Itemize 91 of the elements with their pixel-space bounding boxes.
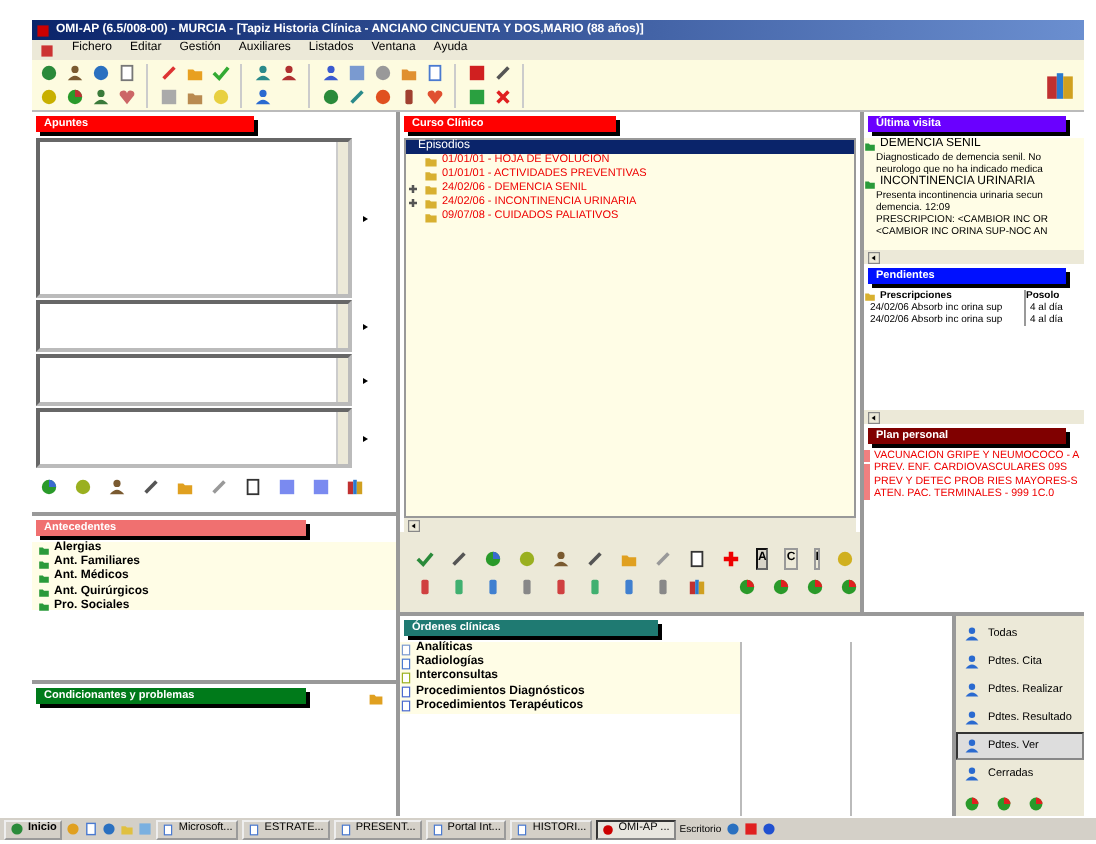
ball-icon[interactable] [322, 87, 340, 105]
person-icon[interactable] [254, 63, 272, 81]
heart-icon[interactable] [118, 87, 136, 105]
page-icon [162, 823, 175, 835]
books-icon[interactable] [688, 578, 706, 596]
scrollbar[interactable] [336, 358, 348, 402]
scroll-icon[interactable] [408, 519, 420, 531]
scrollbar[interactable] [336, 304, 348, 348]
page-icon [516, 823, 529, 835]
pencil-icon[interactable] [586, 550, 604, 568]
scrollbar[interactable] [864, 250, 1084, 264]
scroll-icon[interactable] [868, 251, 880, 263]
ball-icon[interactable] [518, 550, 536, 568]
ball-icon[interactable] [92, 63, 110, 81]
books-icon[interactable] [1044, 69, 1076, 101]
pencil-icon[interactable] [348, 87, 366, 105]
pie-icon[interactable] [40, 477, 58, 495]
ball-icon [602, 823, 615, 835]
books-icon[interactable] [346, 477, 364, 495]
pie-icon[interactable] [738, 578, 756, 596]
tile-icon[interactable] [468, 87, 486, 105]
arrow-icon[interactable] [360, 433, 370, 443]
tile-icon[interactable] [312, 477, 330, 495]
folder-icon[interactable] [864, 177, 876, 190]
text-area[interactable] [36, 300, 352, 352]
person-icon[interactable] [280, 63, 298, 81]
tile-icon[interactable] [138, 822, 153, 836]
scrollbar[interactable] [336, 412, 348, 464]
plus-icon[interactable] [722, 550, 740, 568]
ball-icon [10, 822, 24, 836]
ball-icon[interactable] [74, 477, 92, 495]
folder-icon[interactable] [176, 477, 194, 495]
page-icon[interactable] [688, 550, 706, 568]
folder-icon[interactable] [864, 139, 876, 152]
pencil-icon[interactable] [450, 550, 468, 568]
arrow-icon[interactable] [360, 213, 370, 223]
tile-icon [36, 23, 50, 37]
text-area[interactable] [36, 408, 352, 468]
person-icon[interactable] [66, 63, 84, 81]
tile-icon[interactable] [40, 43, 54, 57]
pie-icon[interactable] [772, 578, 790, 596]
pencil-icon[interactable] [494, 63, 512, 81]
close-icon[interactable] [494, 87, 512, 105]
person-icon[interactable] [552, 550, 570, 568]
arrow-icon[interactable] [360, 321, 370, 331]
scrollbar[interactable] [864, 410, 1084, 424]
ball-icon[interactable] [761, 822, 776, 836]
pie-icon[interactable] [964, 796, 980, 812]
pencil-icon[interactable] [142, 477, 160, 495]
pie-icon[interactable] [1028, 796, 1044, 812]
pie-icon[interactable] [840, 578, 858, 596]
ball-icon[interactable] [102, 822, 117, 836]
heart-icon[interactable] [426, 87, 444, 105]
person-icon [964, 682, 980, 698]
pie-icon[interactable] [484, 550, 502, 568]
page-icon [248, 823, 261, 835]
page-icon [431, 823, 444, 835]
page-icon[interactable] [244, 477, 262, 495]
person-icon[interactable] [108, 477, 126, 495]
scrollbar[interactable] [336, 142, 348, 294]
pie-icon[interactable] [996, 796, 1012, 812]
arrow-icon[interactable] [360, 375, 370, 385]
folder-icon[interactable] [368, 690, 384, 706]
person-icon[interactable] [254, 87, 272, 105]
pencil-icon[interactable] [160, 63, 178, 81]
scroll-icon[interactable] [868, 411, 880, 423]
bottle-icon[interactable] [400, 87, 418, 105]
person-icon [964, 626, 980, 642]
text-area[interactable] [36, 138, 352, 298]
folder-icon [864, 290, 876, 302]
person-icon[interactable] [322, 63, 340, 81]
tile-icon[interactable] [348, 63, 366, 81]
check-icon[interactable] [212, 63, 230, 81]
person-icon [964, 766, 980, 782]
pie-icon[interactable] [66, 87, 84, 105]
plus-icon[interactable] [408, 198, 418, 208]
tile-icon[interactable] [468, 63, 486, 81]
tile-icon[interactable] [278, 477, 296, 495]
ball-icon[interactable] [725, 822, 740, 836]
scrollbar[interactable] [404, 518, 856, 532]
plus-icon[interactable] [408, 184, 418, 194]
text-area[interactable] [36, 354, 352, 406]
person-icon [964, 654, 980, 670]
tile-icon[interactable] [160, 87, 178, 105]
person-icon[interactable] [92, 87, 110, 105]
page-icon [339, 823, 352, 835]
pie-icon[interactable] [806, 578, 824, 596]
person-icon [964, 710, 980, 726]
person-icon [964, 738, 980, 754]
check-icon[interactable] [416, 550, 434, 568]
tile-icon[interactable] [743, 822, 758, 836]
